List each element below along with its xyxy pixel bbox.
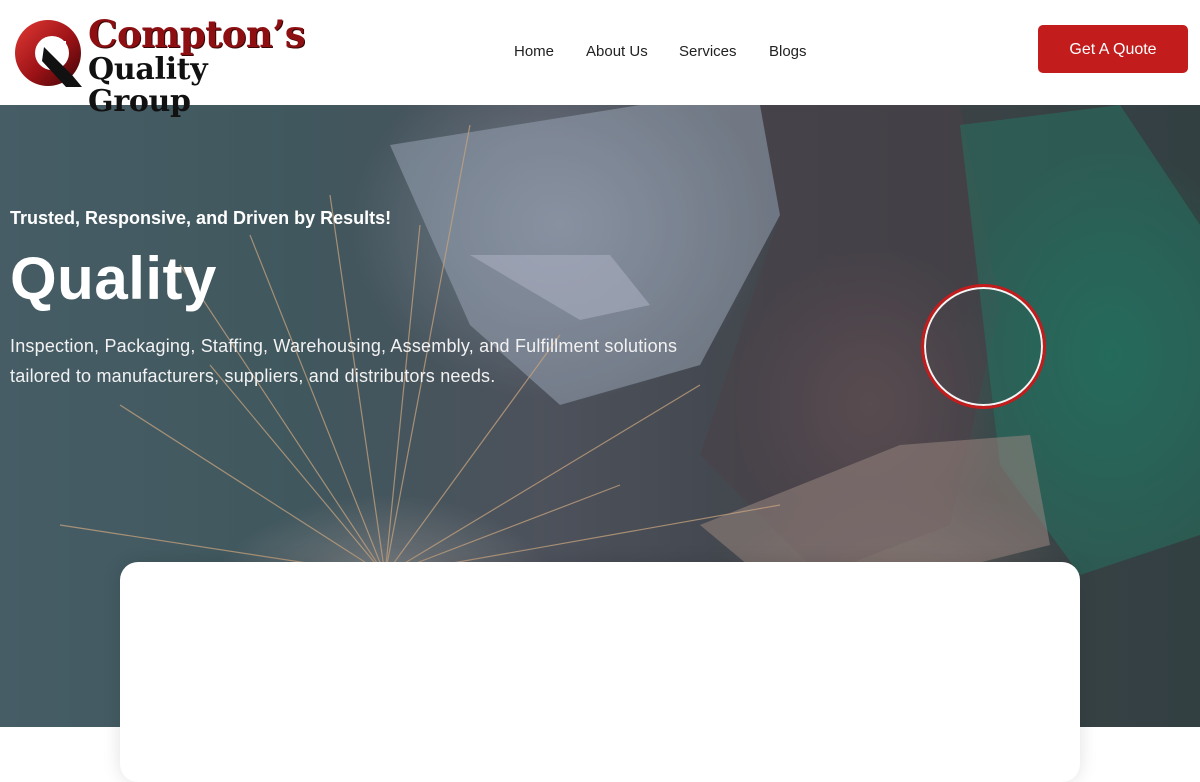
hero-description: Inspection, Packaging, Staffing, Warehou… — [10, 336, 678, 386]
nav-item-services[interactable]: Services — [679, 42, 737, 62]
logo-line-2: Quality Group — [88, 52, 208, 119]
logo-line-1: Compton’s — [88, 12, 306, 56]
site-header: Compton’s Quality Group Home About Us Se… — [0, 0, 1200, 118]
logo-wordmark: Compton’s Quality Group — [88, 14, 314, 118]
nav-item-home[interactable]: Home — [514, 42, 554, 62]
red-ring-icon — [921, 284, 1046, 409]
get-a-quote-button[interactable]: Get A Quote — [1038, 25, 1188, 73]
logo-q-icon — [15, 20, 82, 87]
nav-item-about-us[interactable]: About Us — [586, 42, 648, 62]
content-card — [120, 562, 1080, 782]
hero-tagline: Trusted, Responsive, and Driven by Resul… — [10, 208, 392, 228]
nav-item-blogs[interactable]: Blogs — [769, 42, 807, 62]
hero-title: Quality — [10, 245, 217, 312]
company-logo[interactable]: Compton’s Quality Group — [14, 14, 314, 118]
